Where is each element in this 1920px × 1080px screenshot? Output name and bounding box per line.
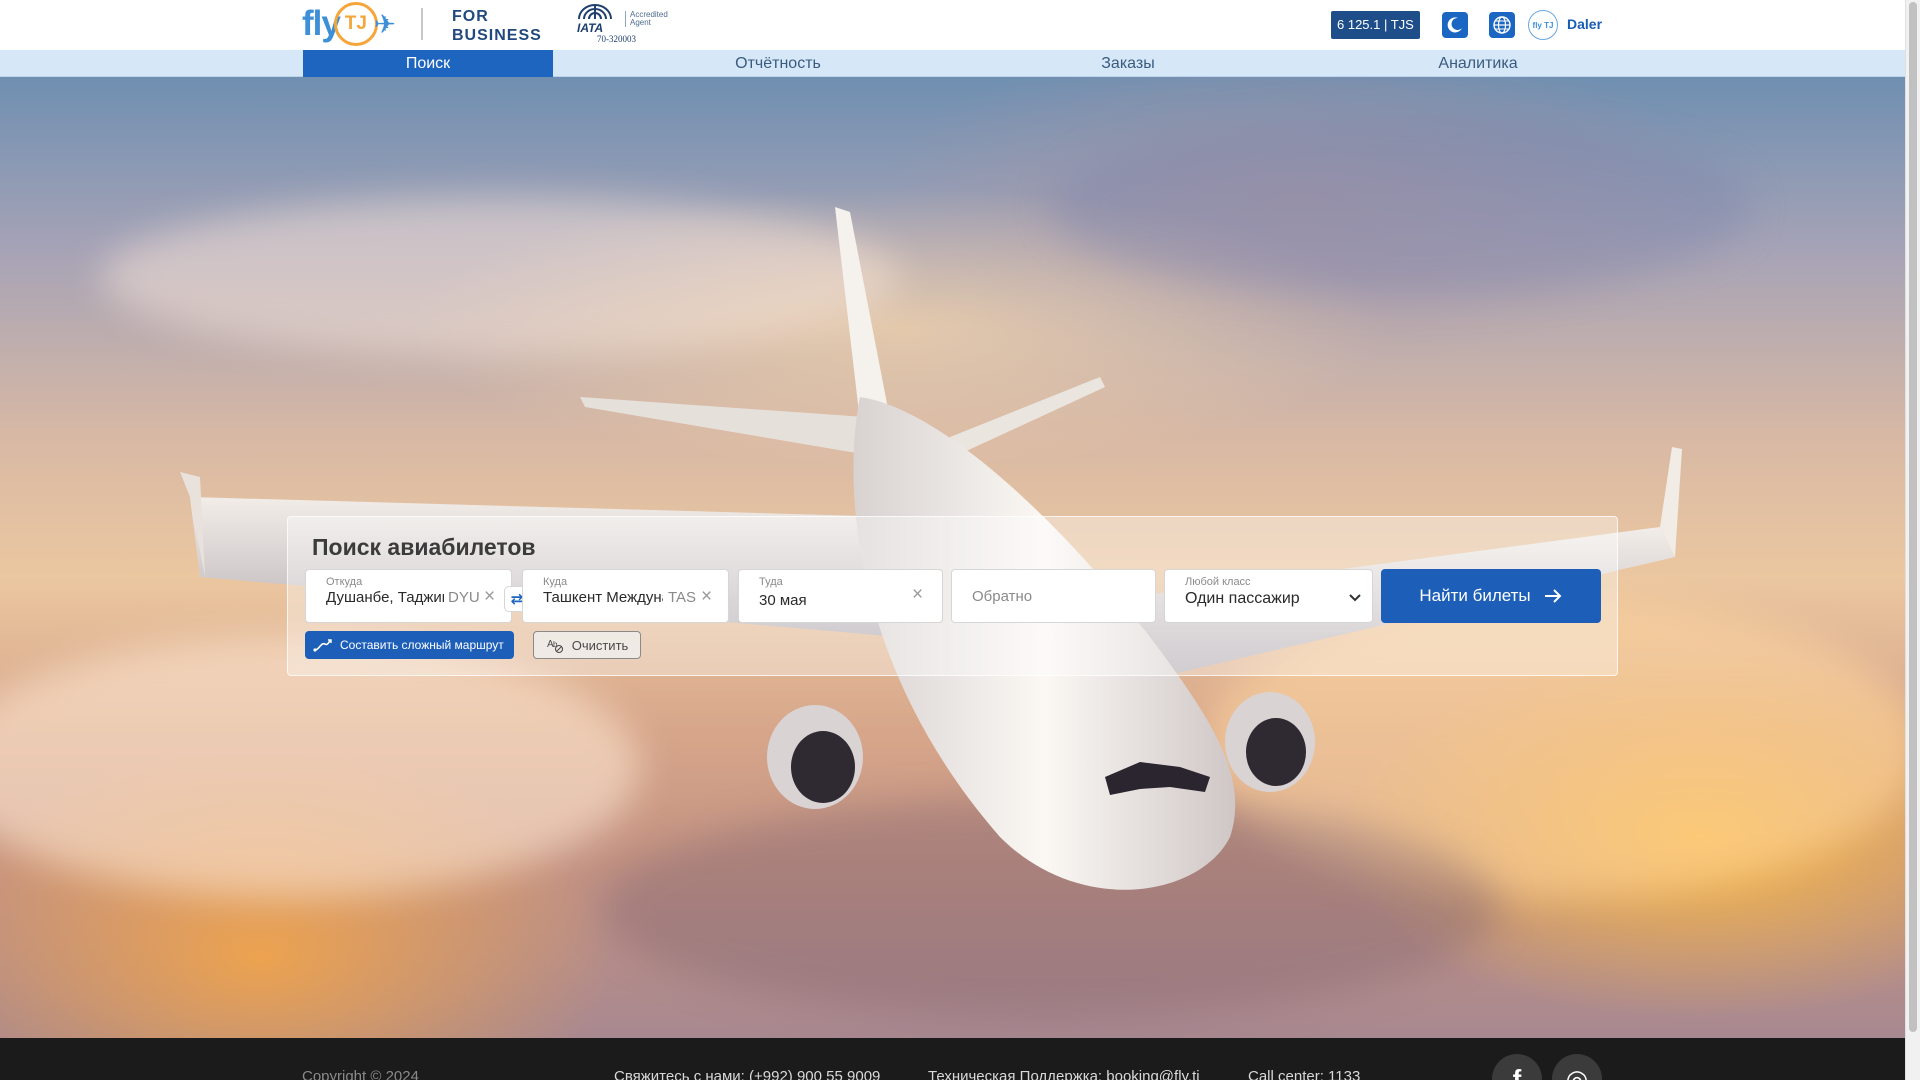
logo-divider <box>421 8 423 40</box>
flight-search-panel: Поиск авиабилетов Откуда Душанбе, Таджик… <box>287 516 1618 676</box>
route-icon <box>313 639 332 652</box>
from-clear-icon[interactable]: × <box>484 586 495 608</box>
clear-text-icon: A b <box>547 639 563 654</box>
clear-button[interactable]: A b Очистить <box>533 631 641 659</box>
scrollbar-thumb[interactable] <box>1909 2 1917 1032</box>
to-field[interactable]: Куда Ташкент Международный TAS × <box>522 569 729 623</box>
depart-clear-icon[interactable]: × <box>912 584 923 606</box>
username-link[interactable]: Daler <box>1567 16 1602 32</box>
iata-badge: IATA Accredited Agent 70-320003 <box>573 3 668 45</box>
iata-number: 70-320003 <box>597 34 636 44</box>
passengers-class-select[interactable]: Любой класс Один пассажир <box>1164 569 1373 623</box>
globe-icon <box>1493 16 1511 34</box>
complex-route-label: Составить сложный маршрут <box>340 638 504 652</box>
tab-orders[interactable]: Заказы <box>1003 50 1253 77</box>
iata-accredited: Accredited Agent <box>625 11 668 27</box>
hero-background: Поиск авиабилетов Откуда Душанбе, Таджик… <box>0 77 1905 1038</box>
language-button[interactable] <box>1489 12 1515 38</box>
flytj-logo[interactable]: fly TJ ✈ <box>302 2 396 46</box>
moon-icon <box>1447 17 1462 33</box>
for-business-line1: FOR <box>452 8 489 25</box>
to-code: TAS <box>668 589 697 606</box>
find-tickets-button[interactable]: Найти билеты <box>1381 569 1601 623</box>
depart-date-field[interactable]: Туда 30 мая × <box>738 569 943 623</box>
depart-value[interactable]: 30 мая <box>759 592 807 609</box>
for-business-line2: BUSINESS <box>452 27 542 44</box>
find-tickets-label: Найти билеты <box>1419 586 1531 605</box>
arrow-right-icon <box>1544 589 1562 603</box>
call-center: Call center: 1133 <box>1248 1068 1361 1080</box>
plane-icon: ✈ <box>373 8 396 39</box>
tab-reports[interactable]: Отчётность <box>653 50 903 77</box>
class-label: Любой класс <box>1185 576 1251 588</box>
to-value[interactable]: Ташкент Международный <box>543 589 663 606</box>
facebook-icon[interactable]: f <box>1492 1054 1542 1080</box>
chevron-down-icon <box>1349 594 1361 602</box>
from-value[interactable]: Душанбе, Таджикистан <box>326 589 444 606</box>
tab-analytics[interactable]: Аналитика <box>1353 50 1603 77</box>
tab-search[interactable]: Поиск <box>303 50 553 77</box>
for-business-label: FOR BUSINESS <box>452 7 542 45</box>
balance-badge[interactable]: 6 125.1 | TJS <box>1331 11 1420 39</box>
top-header: fly TJ ✈ FOR BUSINESS IATA Accredited Ag… <box>0 0 1905 50</box>
clear-label: Очистить <box>571 637 629 653</box>
dark-mode-toggle[interactable] <box>1442 12 1468 38</box>
instagram-icon[interactable]: ◎ <box>1552 1054 1602 1080</box>
from-field[interactable]: Откуда Душанбе, Таджикистан DYU × <box>305 569 512 623</box>
return-placeholder: Обратно <box>972 588 1033 605</box>
user-avatar[interactable]: fly TJ <box>1528 10 1558 40</box>
from-label: Откуда <box>326 576 363 588</box>
page-scrollbar[interactable] <box>1905 0 1920 1080</box>
support-email[interactable]: Техническая Поддержка: booking@fly.tj <box>928 1068 1200 1080</box>
passengers-value: Один пассажир <box>1185 590 1300 607</box>
footer: Copyright © 2024 Свяжитесь с нами: (+992… <box>0 1038 1905 1080</box>
from-code: DYU <box>448 589 480 606</box>
main-nav: Поиск Отчётность Заказы Аналитика <box>0 50 1905 77</box>
iata-agent-text: Agent <box>630 18 651 27</box>
copyright-text: Copyright © 2024 <box>302 1068 419 1080</box>
return-date-field[interactable]: Обратно <box>951 569 1156 623</box>
iata-word: IATA <box>577 21 604 35</box>
search-title: Поиск авиабилетов <box>312 534 536 560</box>
logo-circle-icon: TJ <box>333 2 378 46</box>
contact-phone[interactable]: Свяжитесь с нами: (+992) 900 55 9009 <box>614 1068 880 1080</box>
complex-route-button[interactable]: Составить сложный маршрут <box>305 631 514 659</box>
to-label: Куда <box>543 576 568 588</box>
logo-circle-text: TJ <box>344 13 367 34</box>
to-clear-icon[interactable]: × <box>701 586 712 608</box>
depart-label: Туда <box>759 576 783 588</box>
